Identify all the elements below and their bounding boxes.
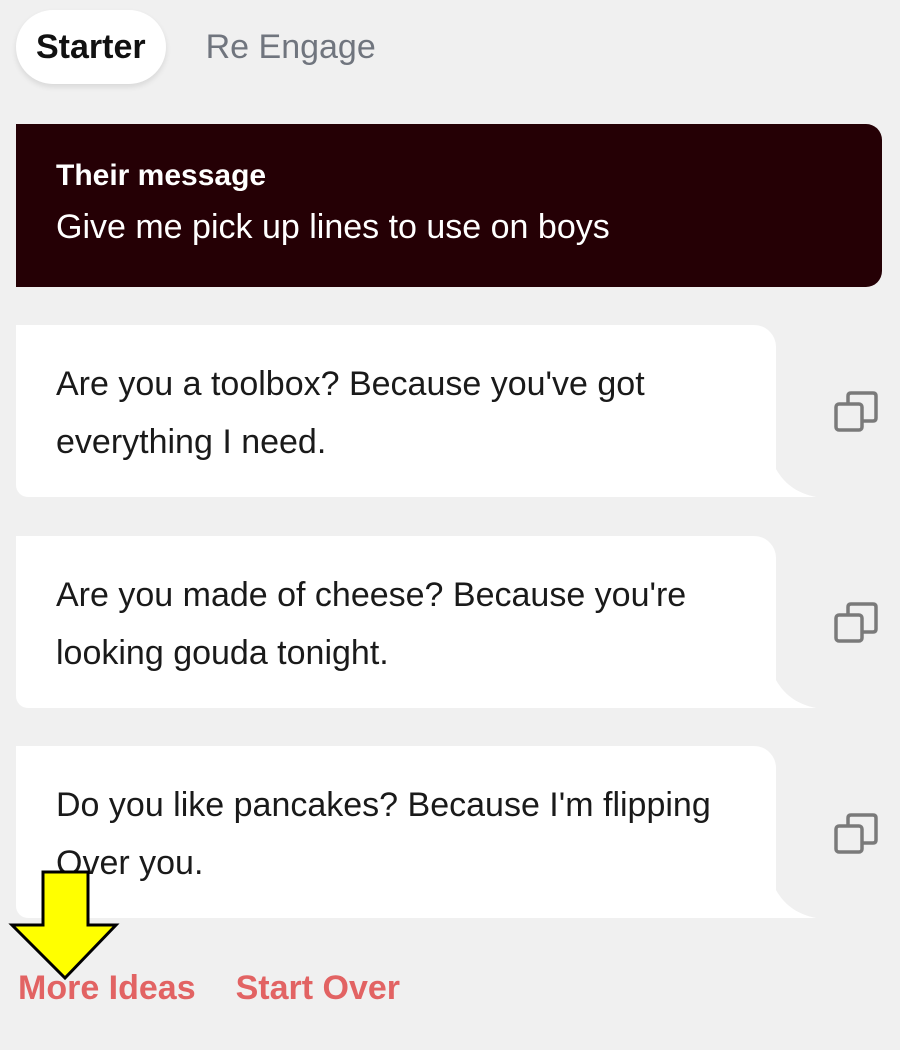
more-ideas-button[interactable]: More Ideas: [18, 969, 196, 1008]
bubble-tail: [776, 890, 816, 918]
suggestion-text: Are you made of cheese? Because you're l…: [56, 576, 687, 672]
suggestion-card[interactable]: Do you like pancakes? Because I'm flippi…: [16, 746, 816, 918]
suggestion-bubble[interactable]: Are you a toolbox? Because you've got ev…: [16, 325, 776, 497]
suggestion-bubble[interactable]: Do you like pancakes? Because I'm flippi…: [16, 746, 776, 918]
their-message-title: Their message: [56, 159, 267, 192]
suggestion-card[interactable]: Are you made of cheese? Because you're l…: [16, 536, 816, 708]
bubble-tail: [776, 680, 816, 708]
footer-actions: More Ideas Start Over: [18, 960, 400, 1016]
their-message-text: Give me pick up lines to use on boys: [56, 208, 610, 246]
suggestion-text: Are you a toolbox? Because you've got ev…: [56, 365, 645, 461]
their-message-card: Their message Give me pick up lines to u…: [16, 124, 882, 287]
suggestion-bubble[interactable]: Are you made of cheese? Because you're l…: [16, 536, 776, 708]
tab-starter[interactable]: Starter: [16, 10, 166, 84]
bubble-tail: [776, 469, 816, 497]
start-over-button[interactable]: Start Over: [236, 969, 400, 1008]
tab-bar: Starter Re Engage: [16, 9, 394, 85]
copy-icon[interactable]: [832, 808, 884, 860]
tab-re-engage[interactable]: Re Engage: [188, 10, 394, 84]
suggestion-card[interactable]: Are you a toolbox? Because you've got ev…: [16, 325, 816, 497]
copy-icon[interactable]: [832, 597, 884, 649]
suggestion-text: Do you like pancakes? Because I'm flippi…: [56, 786, 711, 882]
copy-icon[interactable]: [832, 386, 884, 438]
